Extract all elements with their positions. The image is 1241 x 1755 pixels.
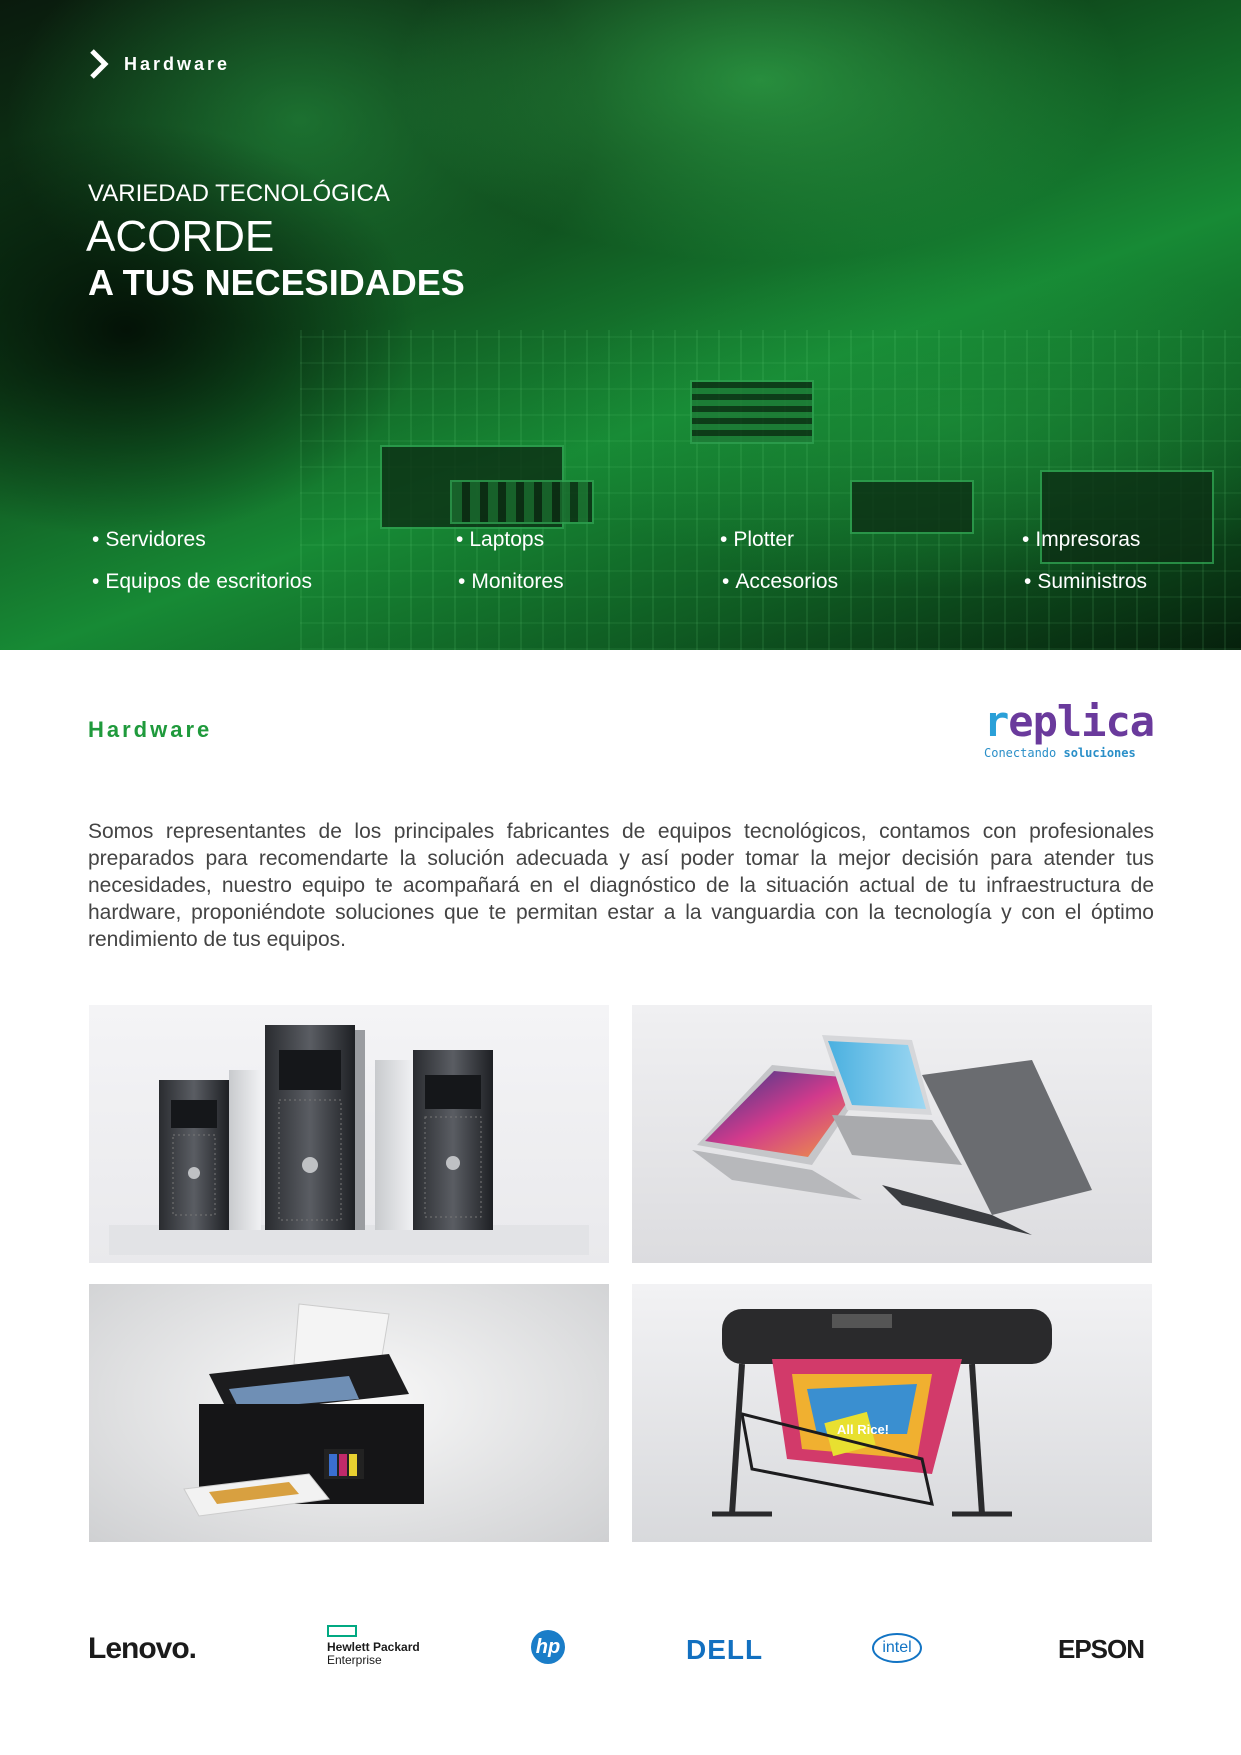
list-item: • Plotter: [720, 528, 795, 551]
plotter-image: All Rice!: [632, 1284, 1152, 1542]
list-item: • Accesorios: [722, 570, 839, 593]
hp-logo: hp: [531, 1630, 565, 1664]
printer-illustration: [183, 1303, 424, 1517]
printer-print-label: All Rice!: [837, 1422, 889, 1437]
section-title: Hardware: [88, 717, 213, 742]
breadcrumb[interactable]: Hardware: [88, 48, 230, 80]
dell-logo: DELL: [686, 1634, 764, 1665]
plotter-illustration: All Rice!: [712, 1309, 1052, 1517]
hero-subtitle: A TUS NECESIDADES: [88, 262, 465, 303]
list-item: • Servidores: [92, 528, 206, 551]
server-towers-illustration: [109, 1025, 589, 1255]
hpe-logo: Hewlett Packard Enterprise: [327, 1625, 437, 1667]
breadcrumb-label: Hardware: [124, 53, 231, 74]
logo-wordmark: replica: [984, 697, 1155, 746]
servers-image: [89, 1005, 609, 1263]
epson-logo: EPSON: [1058, 1634, 1145, 1664]
list-item: • Laptops: [456, 528, 545, 551]
hero-banner: Hardware VARIEDAD TECNOLÓGICA ACORDE A T…: [0, 0, 1241, 650]
laptops-image: [632, 1005, 1152, 1263]
logo-tagline: Conectando soluciones: [984, 746, 1136, 760]
chevron-right-icon: [90, 49, 109, 79]
circuit-chip: [850, 480, 974, 534]
list-item: • Monitores: [458, 570, 564, 593]
hero-title: ACORDE: [86, 212, 275, 261]
intro-paragraph: Somos representantes de los principales …: [88, 820, 1154, 951]
hpe-bar-icon: [327, 1625, 357, 1637]
laptops-illustration: [692, 1035, 1092, 1235]
replica-logo[interactable]: replica Conectando soluciones: [984, 697, 1155, 770]
intel-logo: intel: [872, 1633, 922, 1663]
hero-pre-title: VARIEDAD TECNOLÓGICA: [88, 180, 390, 207]
product-category-list: • Servidores • Equipos de escritorios • Lap…: [0, 528, 1241, 628]
list-item: • Equipos de escritorios: [92, 570, 312, 593]
circuit-chip: [690, 380, 814, 444]
lenovo-logo: Lenovo.: [88, 1632, 197, 1665]
list-item: • Impresoras: [1022, 528, 1141, 551]
circuit-chip: [450, 480, 594, 524]
list-item: • Suministros: [1024, 570, 1148, 593]
printer-image: [89, 1284, 609, 1542]
